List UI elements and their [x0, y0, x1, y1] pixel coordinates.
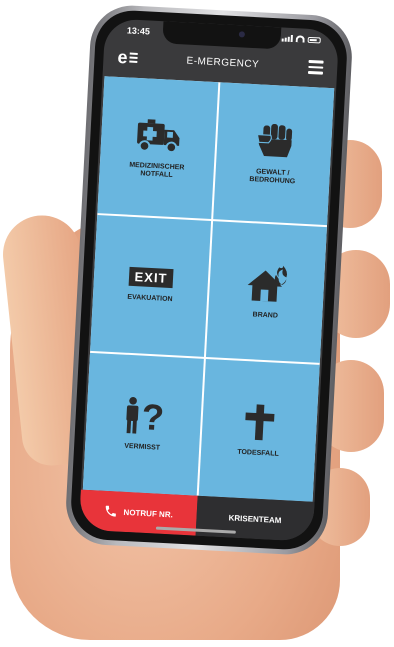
crisis-team-button[interactable]: KRISENTEAM [195, 495, 315, 542]
tile-missing-person[interactable]: ? VERMISST [82, 353, 204, 496]
status-icons [281, 34, 321, 44]
camera-icon [238, 31, 246, 38]
phone-icon [105, 505, 116, 517]
house-fire-icon [247, 265, 288, 302]
tile-fire[interactable]: BRAND [205, 220, 327, 364]
battery-icon [307, 36, 321, 44]
cross-icon [245, 404, 275, 441]
emergency-call-label: NOTRUF NR. [123, 507, 174, 519]
tile-label: TODESFALL [237, 449, 279, 459]
logo-bars-icon [129, 52, 138, 63]
app-logo[interactable]: e [117, 46, 138, 68]
crisis-team-label: KRISENTEAM [228, 512, 282, 525]
logo-letter: e [117, 46, 129, 67]
tile-label: VERMISST [124, 443, 161, 452]
tile-label: MEDIZINISCHER NOTFALL [129, 161, 185, 180]
hamburger-menu-icon[interactable] [307, 60, 324, 75]
tile-label: EVAKUATION [127, 293, 173, 304]
app-title: E-MERGENCY [186, 55, 260, 70]
signal-icon [281, 34, 293, 43]
tile-evacuation[interactable]: EXIT EVAKUATION [90, 214, 212, 358]
ambulance-icon [137, 118, 180, 153]
wifi-icon [295, 35, 305, 43]
tile-label: GEWALT / BEDROHUNG [249, 167, 296, 186]
phone-frame: 13:45 e E-MERGENCY MEDIZINISCHER NOTFALL… [64, 3, 354, 557]
tile-death[interactable]: TODESFALL [198, 359, 320, 502]
fist-icon [256, 123, 293, 157]
missing-person-icon: ? [126, 396, 165, 437]
exit-sign-icon: EXIT [128, 266, 174, 289]
tile-violence-threat[interactable]: GEWALT / BEDROHUNG [213, 82, 335, 225]
tile-label: BRAND [252, 310, 279, 320]
tile-medical-emergency[interactable]: MEDIZINISCHER NOTFALL [97, 76, 219, 219]
phone-screen: 13:45 e E-MERGENCY MEDIZINISCHER NOTFALL… [78, 18, 340, 542]
phone-bezel: 13:45 e E-MERGENCY MEDIZINISCHER NOTFALL… [69, 8, 349, 552]
status-time: 13:45 [126, 25, 151, 37]
svg-text:?: ? [141, 396, 165, 437]
emergency-grid: MEDIZINISCHER NOTFALL GEWALT / BEDROHUNG [82, 76, 335, 502]
